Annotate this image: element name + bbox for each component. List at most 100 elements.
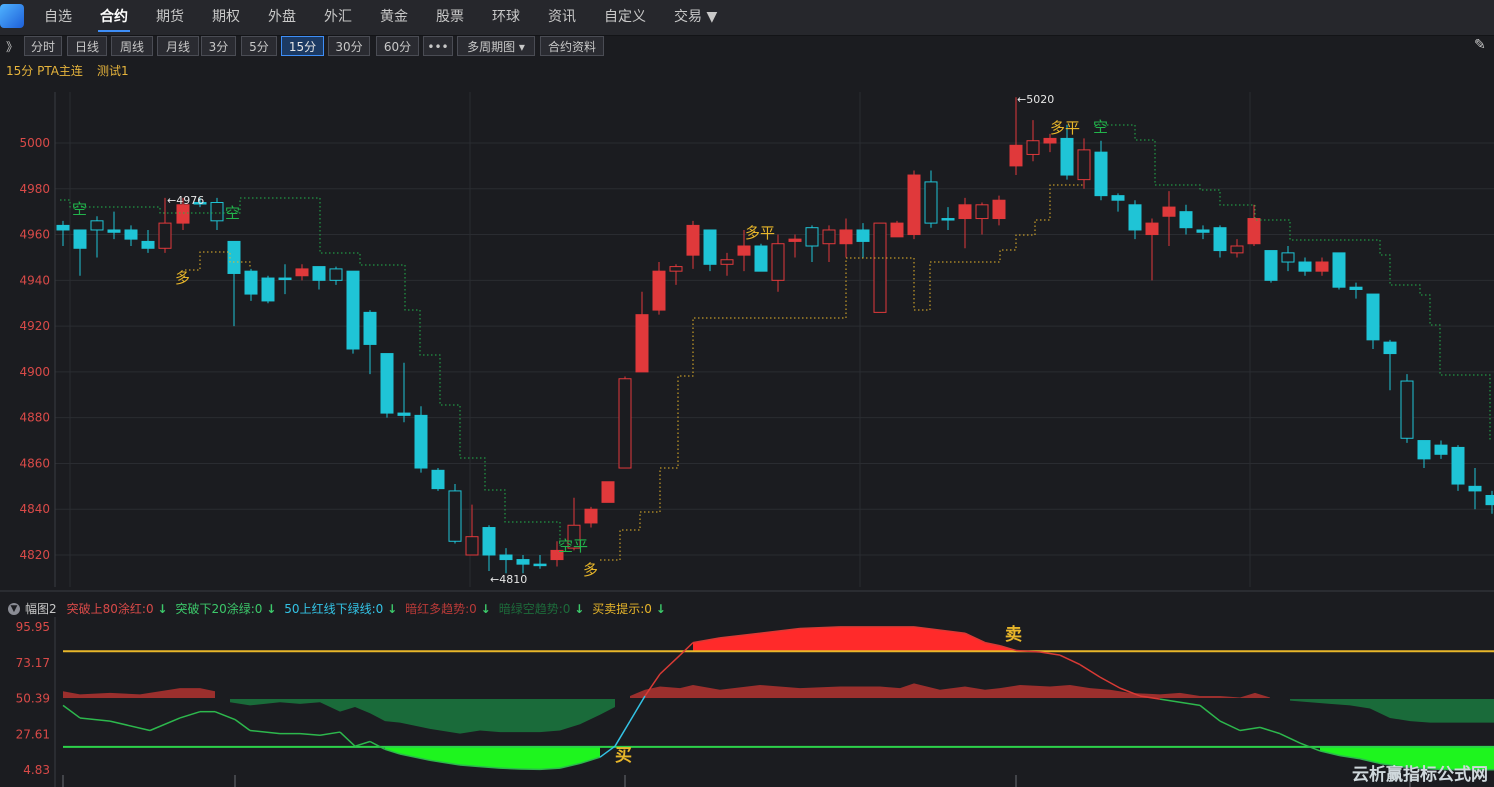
candle-body [1196,229,1210,233]
oscillator-line [1099,676,1121,689]
candle-body [397,412,411,416]
candle-body [73,229,87,249]
candle-body [1128,204,1142,231]
candle-body [346,270,360,350]
oscillator-line [1219,720,1241,732]
low-annotation: ←4810 [490,573,527,586]
period-button-7[interactable]: 30分 [328,36,370,56]
signal-kong: 空 [225,204,240,222]
candle-body [533,563,547,567]
candle-body [1162,206,1176,217]
candle-body [1026,140,1040,155]
trend-band-red [63,688,215,699]
expand-icon[interactable]: 》 [6,38,18,55]
candle-body [1434,444,1448,455]
high-annotation: ←5020 [1017,93,1054,106]
period-button-1[interactable]: 日线 [67,36,107,56]
signal-duo: 多 [583,561,598,579]
candle-body [652,270,666,311]
oscillator-line [629,695,646,722]
candle-body [448,490,462,542]
oscillator-line [1059,654,1081,666]
candle-body [720,259,734,265]
stop-line-green [60,197,561,540]
y-tick-label: 4820 [19,548,50,562]
period-button-9[interactable]: ••• [423,36,453,56]
oscillator-line [1159,698,1181,703]
oscillator-line [339,731,356,747]
candle-body [584,508,598,524]
y-tick-label: 4980 [19,182,50,196]
period-button-10[interactable]: 多周期图 ▾ [457,36,535,56]
watermark-text: 云析赢指标公式网 [1352,765,1488,785]
candle-body [90,220,104,231]
candle-body [958,204,972,220]
sub-y-tick-label: 73.17 [16,656,50,670]
oscillator-line [499,767,521,770]
period-button-3[interactable]: 月线 [157,36,199,56]
candle-body [1230,245,1244,254]
candle-body [788,238,802,242]
candle-body [754,245,768,272]
candle-body [1264,250,1278,281]
candle-body [244,270,258,295]
y-tick-label: 4940 [19,273,50,287]
candle-body [1179,211,1193,229]
period-button-5[interactable]: 5分 [241,36,277,56]
candle-body [601,481,615,503]
oscillator-line [319,731,341,736]
candle-body [107,229,121,233]
oscillator-line [614,720,631,747]
oscillator-line [1199,704,1221,722]
oscillator-line [149,717,181,732]
candle-body [363,311,377,345]
candle-body [1298,261,1312,272]
candle-body [1060,137,1074,176]
trend-band-red [630,683,1270,699]
candle-body [1247,218,1261,245]
oscillator-line [79,717,111,722]
oscillator-line [1179,701,1201,707]
candle-body [312,266,326,281]
y-tick-label: 4880 [19,411,50,425]
oscillator-line [679,642,694,656]
sell-label: 卖 [1005,624,1022,645]
candle-body [1400,380,1414,439]
candle-body [907,174,921,236]
candle-body [992,199,1006,220]
candle-body [890,222,904,238]
candle-body [1281,252,1295,263]
candle-body [1417,440,1431,460]
candle-body [261,277,275,302]
period-button-2[interactable]: 周线 [111,36,153,56]
candle-body [1043,137,1057,144]
candle-body [1349,286,1363,290]
candle-body [1145,222,1159,236]
candle-body [1077,149,1091,181]
oscillator-line [234,718,251,732]
candle-body [278,277,292,281]
oscillator-line [179,710,201,719]
oscillator-line [1039,651,1061,656]
oscillator-line [1239,726,1261,732]
period-button-8[interactable]: 60分 [376,36,419,56]
candle-body [380,353,394,414]
candle-body [839,229,853,245]
edit-icon[interactable]: ✎ [1474,37,1486,53]
candle-body [1366,293,1380,341]
trend-band-green [230,698,615,734]
signal-duoping: 多平 [1050,119,1080,137]
candle-body [686,224,700,256]
candle-body [1383,341,1397,355]
period-button-6[interactable]: 15分 [281,36,324,56]
period-button-4[interactable]: 3分 [201,36,236,56]
period-button-11[interactable]: 合约资料 [540,36,604,56]
sub-y-tick-label: 50.39 [16,692,50,706]
candle-body [141,240,155,249]
candle-body [856,229,870,242]
period-button-0[interactable]: 分时 [24,36,62,56]
y-tick-label: 4960 [19,228,50,242]
oscillator-line [214,710,236,721]
kline-chart[interactable]: 5000 4980 4960 4940 4920 4900 4880 4860 4840 4820… [0,0,1494,787]
candle-body [975,204,989,220]
